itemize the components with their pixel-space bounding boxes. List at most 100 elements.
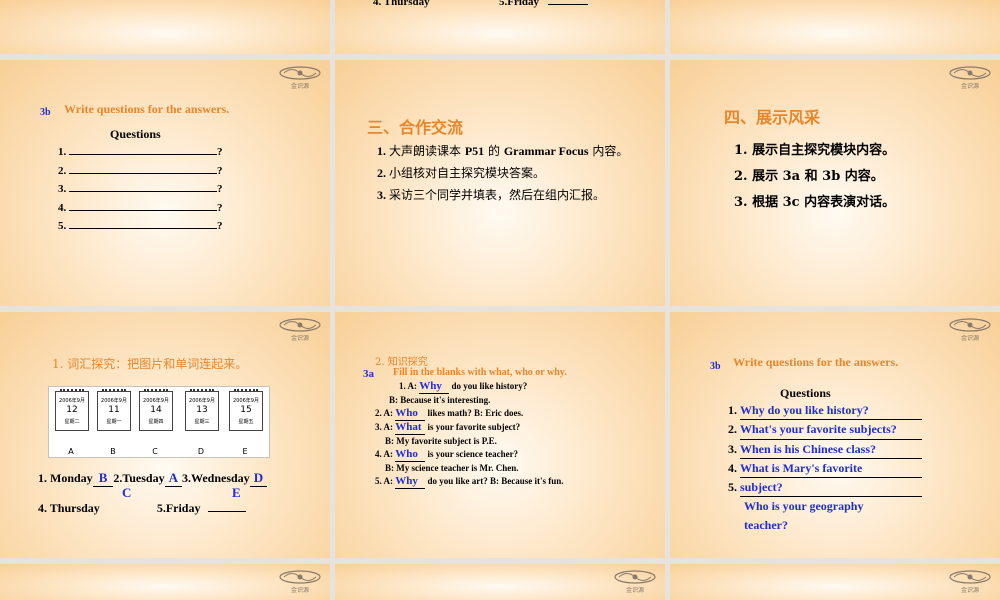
slide-title: Write questions for the answers. bbox=[64, 102, 230, 116]
question-row: 1. ? bbox=[58, 146, 223, 158]
logo-emblem-icon bbox=[279, 318, 321, 332]
calendar-card[interactable]: 2006年9月 11 星期一 bbox=[97, 389, 131, 431]
questions-subtitle: Questions bbox=[110, 127, 161, 141]
answer-blank[interactable] bbox=[69, 209, 217, 211]
calendar-letter: E bbox=[242, 447, 248, 456]
calendar-letter: D bbox=[197, 447, 205, 456]
logo: 金识源 bbox=[613, 568, 657, 594]
question-row: 5. ? bbox=[58, 220, 223, 232]
slide-title: 1. 词汇探究：把图片和单词连起来。 bbox=[52, 357, 248, 371]
question-row: 1. Why do you like history? bbox=[728, 401, 922, 421]
logo-caption: 金识源 bbox=[290, 83, 309, 90]
fill-row: B: Because it's interesting. bbox=[389, 395, 491, 405]
section-heading: 三、合作交流 bbox=[367, 118, 464, 137]
logo-emblem-icon bbox=[614, 570, 656, 584]
exercise-tag: 3a bbox=[363, 368, 374, 380]
question-list: 1. ? 2. ? 3. ? 4. ? 5. ? bbox=[58, 143, 223, 236]
friday-blank[interactable] bbox=[547, 4, 588, 5]
answer-blank[interactable] bbox=[69, 172, 217, 174]
calendar-picture: 2006年9月 12 星期二 2006年9月 11 星期一 2006年9月 14… bbox=[48, 386, 270, 458]
logo-emblem-icon bbox=[949, 570, 991, 584]
fill-row: 1. A: Why do you like history? bbox=[399, 380, 528, 394]
answer-text[interactable]: subject? bbox=[740, 478, 922, 498]
fill-row: 4. A: Who is your science teacher? bbox=[375, 448, 519, 462]
logo-emblem-icon bbox=[279, 66, 321, 80]
slide-r0c2[interactable] bbox=[670, 0, 1000, 54]
section-label: 2. 知识探究 bbox=[375, 357, 428, 368]
calendar-card[interactable]: 2006年9月 14 星期四 bbox=[139, 389, 173, 431]
task-list: 1. 大声朗读课本 P51 的 Grammar Focus 内容。 2. 小组核… bbox=[377, 140, 628, 206]
calendar-card[interactable]: 2006年9月 13 星期三 bbox=[185, 389, 219, 431]
slide-title: Write questions for the answers. bbox=[733, 355, 899, 369]
slide-r1c0[interactable]: 金识源 3b Write questions for the answers. … bbox=[0, 60, 330, 306]
match-answer-extra: E bbox=[232, 485, 241, 500]
answered-question-list: 1. Why do you like history? 2. What's yo… bbox=[728, 401, 922, 534]
logo: 金识源 bbox=[278, 316, 322, 342]
logo-emblem-icon bbox=[949, 318, 991, 332]
calendar-letter: B bbox=[110, 447, 116, 456]
instruction: Fill in the blanks with what, who or why… bbox=[393, 367, 567, 378]
question-row: 4. What is Mary's favorite bbox=[728, 459, 922, 479]
logo: 金识源 bbox=[278, 64, 322, 90]
logo: 金识源 bbox=[948, 316, 992, 342]
slide-r3c0[interactable]: 金识源 bbox=[0, 564, 330, 600]
task-item: 2. 小组核对自主探究模块答案。 bbox=[377, 166, 546, 180]
friday-text: 5.Friday bbox=[499, 0, 540, 8]
slide-r3c1[interactable]: 金识源 bbox=[335, 564, 665, 600]
question-row: 5. subject? bbox=[728, 478, 922, 498]
answer-blank[interactable] bbox=[69, 228, 217, 229]
slide-r0c1[interactable]: 4. Thursday 5.Friday bbox=[335, 0, 665, 54]
fill-answer[interactable]: Why bbox=[395, 475, 426, 489]
fill-answer[interactable]: Who bbox=[395, 407, 426, 421]
question-row: 2. What's your favorite subjects? bbox=[728, 420, 922, 440]
logo-caption: 金识源 bbox=[290, 587, 309, 594]
logo-emblem-icon bbox=[949, 66, 991, 80]
answer-blank[interactable] bbox=[69, 191, 217, 192]
slide-r1c2[interactable]: 金识源 四、展示风采 1. 展示自主探究模块内容。 2. 展示 3a 和 3b … bbox=[670, 60, 1000, 306]
fill-answer[interactable]: What bbox=[395, 421, 426, 435]
exercise-tag: 3b bbox=[40, 107, 51, 118]
fill-row: 5. A: Why do you like art? B: Because it… bbox=[375, 475, 564, 489]
question-row: 3. ? bbox=[58, 183, 223, 195]
question-row: 2. ? bbox=[58, 164, 223, 177]
slide-r2c1[interactable]: 2. 知识探究 3a Fill in the blanks with what,… bbox=[335, 312, 665, 558]
slide-r2c2[interactable]: 金识源 3b Write questions for the answers. … bbox=[670, 312, 1000, 558]
section-heading: 四、展示风采 bbox=[724, 108, 821, 127]
slide-r3c2[interactable]: 金识源 bbox=[670, 564, 1000, 600]
showcase-item: 2. 展示 3a 和 3b 内容。 bbox=[734, 169, 884, 184]
logo: 金识源 bbox=[278, 568, 322, 594]
fill-answer[interactable]: Why bbox=[419, 380, 450, 394]
slide-r0c0[interactable] bbox=[0, 0, 330, 54]
question-row: 3. When is his Chinese class? bbox=[728, 440, 922, 459]
showcase-list: 1. 展示自主探究模块内容。 2. 展示 3a 和 3b 内容。 3. 根据 3… bbox=[734, 138, 895, 216]
fill-answer[interactable]: Who bbox=[395, 448, 426, 462]
answer-text[interactable]: What's your favorite subjects? bbox=[740, 420, 922, 440]
match-answer[interactable]: A bbox=[164, 470, 182, 487]
calendar-letter: A bbox=[68, 447, 74, 456]
showcase-item: 3. 根据 3c 内容表演对话。 bbox=[734, 195, 896, 210]
extra-answer: Who is your geography bbox=[744, 499, 864, 514]
match-answer[interactable]: D bbox=[249, 470, 268, 487]
friday-label: 5.Friday bbox=[499, 0, 588, 8]
questions-subtitle: Questions bbox=[780, 386, 831, 400]
fill-list: 1. A: Why do you like history? B: Becaus… bbox=[375, 380, 564, 489]
answer-blank[interactable] bbox=[69, 154, 217, 155]
logo-caption: 金识源 bbox=[960, 587, 979, 594]
calendar-card[interactable]: 2006年9月 12 星期二 bbox=[55, 389, 89, 431]
match-line-2: 4. Thursday 5.Friday bbox=[38, 501, 247, 516]
slide-r1c1[interactable]: 三、合作交流 1. 大声朗读课本 P51 的 Grammar Focus 内容。… bbox=[335, 60, 665, 306]
match-answer[interactable]: B bbox=[92, 470, 114, 487]
extra-answer: teacher? bbox=[744, 517, 788, 532]
match-answer-extra: C bbox=[122, 485, 132, 500]
fill-row: 2. A: Who likes math? B: Eric does. bbox=[375, 407, 524, 421]
fill-row: B: My favorite subject is P.E. bbox=[385, 436, 497, 446]
logo-caption: 金识源 bbox=[960, 83, 979, 90]
question-row: 4. ? bbox=[58, 201, 223, 214]
answer-text[interactable]: Why do you like history? bbox=[740, 401, 922, 421]
answer-text[interactable]: What is Mary's favorite bbox=[740, 459, 922, 479]
fill-row: 3. A: What is your favorite subject? bbox=[375, 421, 521, 435]
answer-text[interactable]: When is his Chinese class? bbox=[740, 440, 922, 459]
logo-emblem-icon bbox=[279, 570, 321, 584]
friday-blank[interactable] bbox=[208, 511, 247, 512]
calendar-card[interactable]: 2006年9月 15 星期五 bbox=[229, 389, 263, 431]
